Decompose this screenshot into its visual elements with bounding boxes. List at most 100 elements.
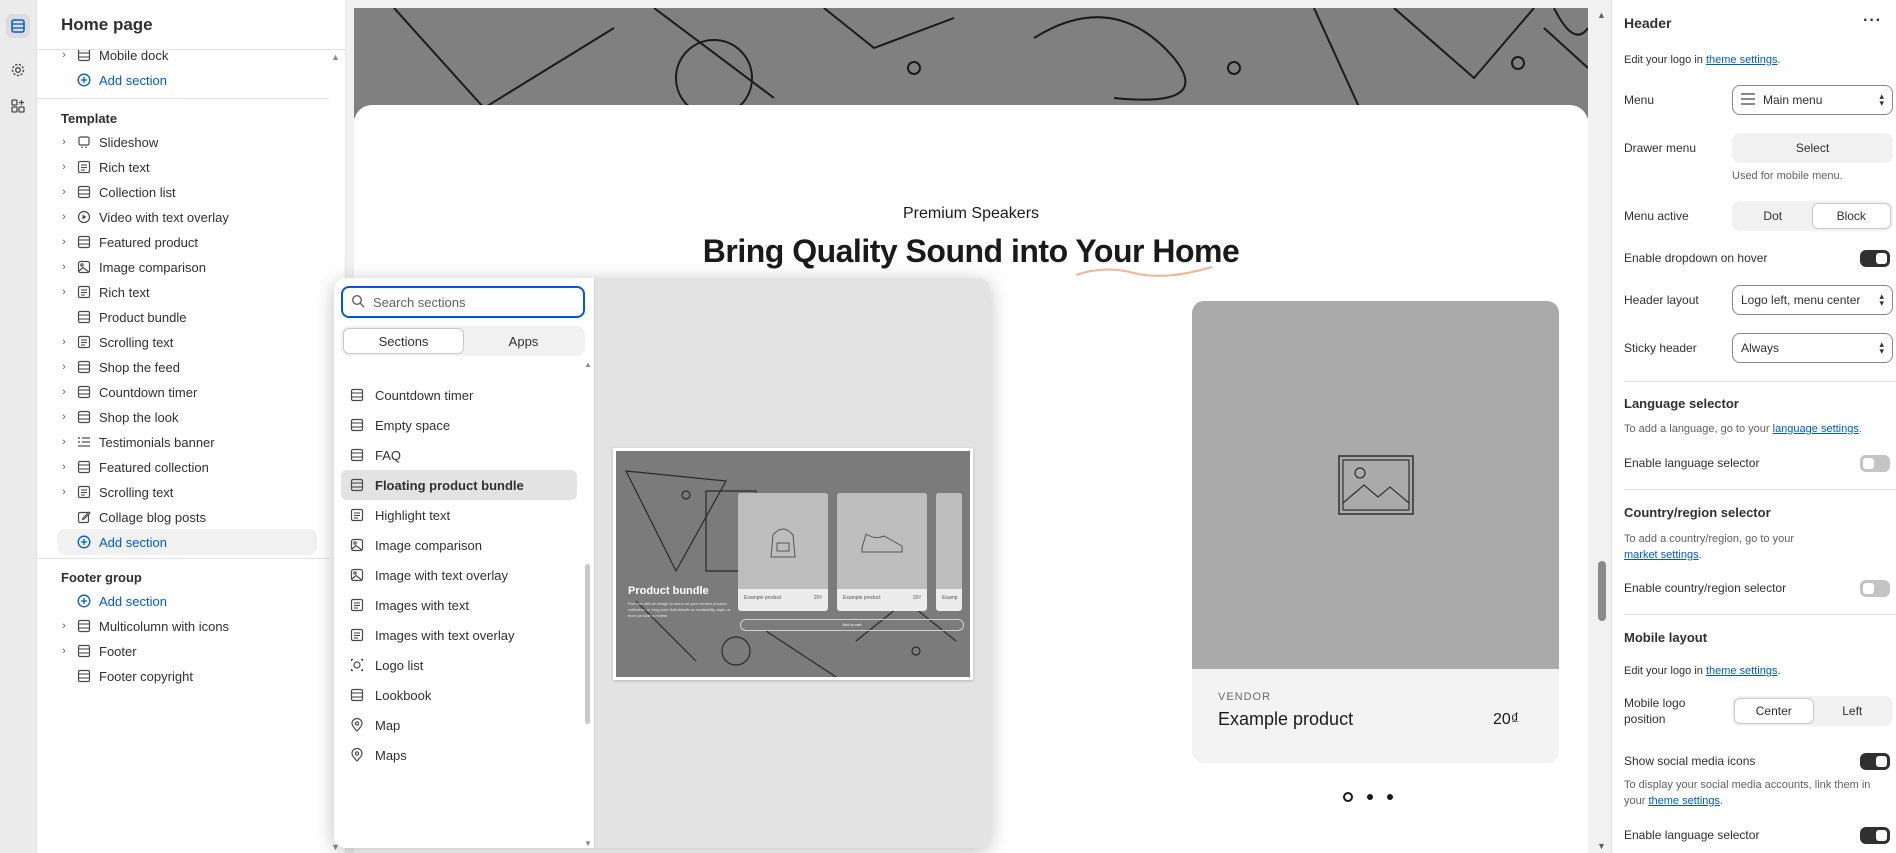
scroll-down-icon[interactable]: ▼ [584,839,592,848]
theme-settings-link[interactable]: theme settings [1706,665,1778,677]
sidebar-section-item[interactable]: › Rich text [57,279,327,305]
chevron-right-icon[interactable]: › [57,186,71,198]
chevron-right-icon[interactable]: › [57,436,71,448]
apps-icon[interactable] [6,94,30,118]
tab-apps[interactable]: Apps [464,328,583,354]
theme-settings-link[interactable]: theme settings [1706,54,1778,66]
country-help: To add a country/region, go to your mark… [1624,533,1794,561]
theme-settings-link[interactable]: theme settings [1648,795,1720,807]
mobile-logo-left[interactable]: Left [1814,698,1892,724]
language-settings-link[interactable]: language settings [1773,423,1859,435]
product-card[interactable]: VENDOR Example product 20₫ [1192,301,1559,763]
chevron-right-icon[interactable]: › [57,161,71,173]
product-price: 20₫ [1492,711,1519,728]
sidebar-section-item[interactable]: › Collection list [57,179,327,205]
sidebar-section-item[interactable]: › Featured collection [57,454,327,480]
section-option[interactable]: Images with text overlay [341,620,577,650]
text-icon [76,284,92,300]
section-option[interactable]: Maps [341,740,577,770]
chevron-right-icon[interactable]: › [57,386,71,398]
scroll-up-icon[interactable]: ▲ [584,360,592,369]
section-option[interactable]: Lookbook [341,680,577,710]
chevron-right-icon[interactable]: › [57,486,71,498]
preview-scrollbar[interactable]: ▲ ▼ [1595,8,1609,853]
chevron-right-icon[interactable]: › [57,50,71,61]
section-option[interactable]: Countdown timer [341,380,577,410]
drawer-menu-select-button[interactable]: Select [1732,133,1893,163]
social-icons-toggle[interactable] [1860,753,1890,770]
picker-scrollbar[interactable]: ▲ ▼ [584,360,592,848]
product-name[interactable]: Example product [1218,709,1353,730]
chevron-right-icon[interactable]: › [57,261,71,273]
mobile-logo-center[interactable]: Center [1734,698,1814,724]
sidebar-section-item[interactable]: › Footer [57,638,327,664]
gear-icon[interactable] [6,58,30,82]
sidebar-item-label: Countdown timer [99,384,198,400]
add-section-button[interactable]: Add section [57,588,327,614]
sidebar-section-item[interactable]: › Slideshow [57,129,327,155]
scrollbar-thumb[interactable] [1598,561,1606,621]
sidebar-section-item[interactable]: › Testimonials banner [57,429,327,455]
chevron-right-icon[interactable]: › [57,336,71,348]
language-help: To add a language, go to your language s… [1624,423,1862,435]
header-layout-select[interactable]: Logo left, menu center ▴ ▾ [1732,285,1893,315]
section-option[interactable]: Image with text overlay [341,560,577,590]
chevron-right-icon[interactable]: › [57,211,71,223]
section-option[interactable]: Floating product bundle [341,470,577,500]
sticky-header-select[interactable]: Always ▴ ▾ [1732,333,1893,363]
country-enable-toggle[interactable] [1860,580,1890,597]
sidebar-section-item[interactable]: › Video with text overlay [57,204,327,230]
sections-nav-icon[interactable] [6,14,30,38]
section-icon [76,668,92,684]
carousel-dot[interactable] [1343,792,1353,802]
sidebar-section-item[interactable]: › Multicolumn with icons [57,613,327,639]
language-enable-toggle[interactable] [1860,455,1890,472]
add-section-button[interactable]: Add section [57,67,327,93]
sidebar-section-item[interactable]: › Rich text [57,154,327,180]
search-field[interactable] [341,286,585,318]
chevron-right-icon[interactable]: › [57,361,71,373]
sidebar-section-item[interactable]: › Mobile dock [57,50,327,68]
scroll-down-icon[interactable]: ▼ [1597,841,1606,851]
scroll-up-icon[interactable]: ▲ [1597,10,1606,20]
sidebar-section-item[interactable]: › Shop the look [57,404,327,430]
chevron-right-icon[interactable]: › [57,645,71,657]
scrollbar-thumb[interactable] [585,564,590,724]
search-input[interactable] [373,294,573,310]
sidebar-section-item[interactable]: ›Footer copyright [57,663,327,689]
menu-active-dot[interactable]: Dot [1734,203,1812,229]
add-section-button[interactable]: Add section [57,529,317,555]
scroll-up-icon[interactable]: ▲ [331,52,340,62]
sidebar-section-item[interactable]: › Featured product [57,229,327,255]
mobile-language-toggle[interactable] [1860,827,1890,844]
sidebar-section-item[interactable]: › Shop the feed [57,354,327,380]
tab-sections[interactable]: Sections [343,328,464,354]
section-option[interactable]: Logo list [341,650,577,680]
sidebar-section-item[interactable]: › Scrolling text [57,329,327,355]
carousel-dot[interactable] [1387,794,1393,800]
chevron-right-icon[interactable]: › [57,136,71,148]
carousel-dot[interactable] [1367,794,1373,800]
menu-active-block[interactable]: Block [1811,203,1891,229]
more-actions-icon[interactable]: ··· [1863,12,1882,30]
section-option[interactable]: Image comparison [341,530,577,560]
section-option[interactable]: Map [341,710,577,740]
section-option[interactable]: Highlight text [341,500,577,530]
sidebar-section-item[interactable]: › Image comparison [57,254,327,280]
dropdown-hover-toggle[interactable] [1860,250,1890,267]
chevron-right-icon[interactable]: › [57,461,71,473]
section-option[interactable]: FAQ [341,440,577,470]
market-settings-link[interactable]: market settings [1624,549,1699,561]
sidebar-section-item[interactable]: ›Collage blog posts [57,504,327,530]
chevron-right-icon[interactable]: › [57,411,71,423]
chevron-right-icon[interactable]: › [57,620,71,632]
mobile-logo-position-label: Mobile logo position [1624,696,1686,726]
section-option[interactable]: Empty space [341,410,577,440]
chevron-right-icon[interactable]: › [57,286,71,298]
section-option[interactable]: Images with text [341,590,577,620]
sidebar-section-item[interactable]: ›Product bundle [57,304,327,330]
sidebar-section-item[interactable]: › Scrolling text [57,479,327,505]
menu-select[interactable]: Main menu ▴ ▾ [1732,85,1893,115]
sidebar-section-item[interactable]: › Countdown timer [57,379,327,405]
chevron-right-icon[interactable]: › [57,236,71,248]
